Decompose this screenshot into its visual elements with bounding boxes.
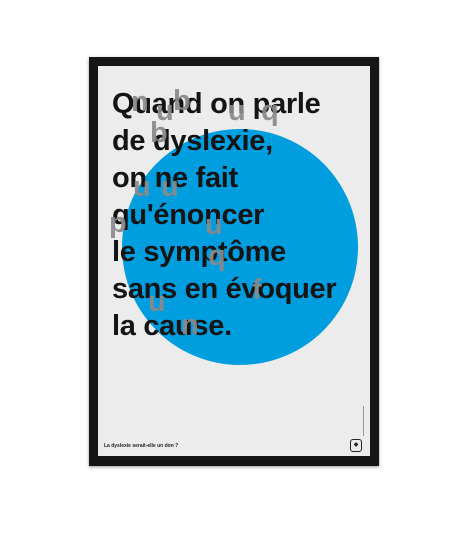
poster-frame: Quand on parle de dyslexie, on ne fait q… bbox=[89, 57, 379, 466]
overlay-letter: u bbox=[161, 171, 179, 203]
publisher-logo-icon: ◆ bbox=[350, 439, 362, 452]
overlay-letter: u bbox=[148, 286, 166, 318]
overlay-letter: q bbox=[261, 95, 279, 127]
overlay-letter: u bbox=[205, 209, 223, 241]
poster-caption: La dyslexie serait-elle un don ? bbox=[104, 443, 179, 449]
overlay-letter: u bbox=[228, 95, 246, 127]
headline-line: la cause. bbox=[112, 310, 232, 342]
overlay-letter: b bbox=[150, 117, 168, 149]
overlay-letter: n bbox=[181, 309, 199, 341]
headline-line: sans en évoquer bbox=[112, 273, 337, 305]
overlay-letter: f bbox=[252, 274, 262, 306]
poster-headline: Quand on parle de dyslexie, on ne fait q… bbox=[112, 86, 337, 345]
overlay-letter: u bbox=[133, 171, 151, 203]
poster-paper: Quand on parle de dyslexie, on ne fait q… bbox=[98, 66, 370, 456]
vertical-credit-line bbox=[363, 406, 364, 436]
overlay-letter: b bbox=[173, 85, 191, 117]
overlay-letter: q bbox=[208, 240, 226, 272]
overlay-letter: p bbox=[109, 207, 127, 239]
headline-line: de dyslexie, bbox=[112, 125, 273, 157]
overlay-letter: n bbox=[131, 86, 149, 118]
